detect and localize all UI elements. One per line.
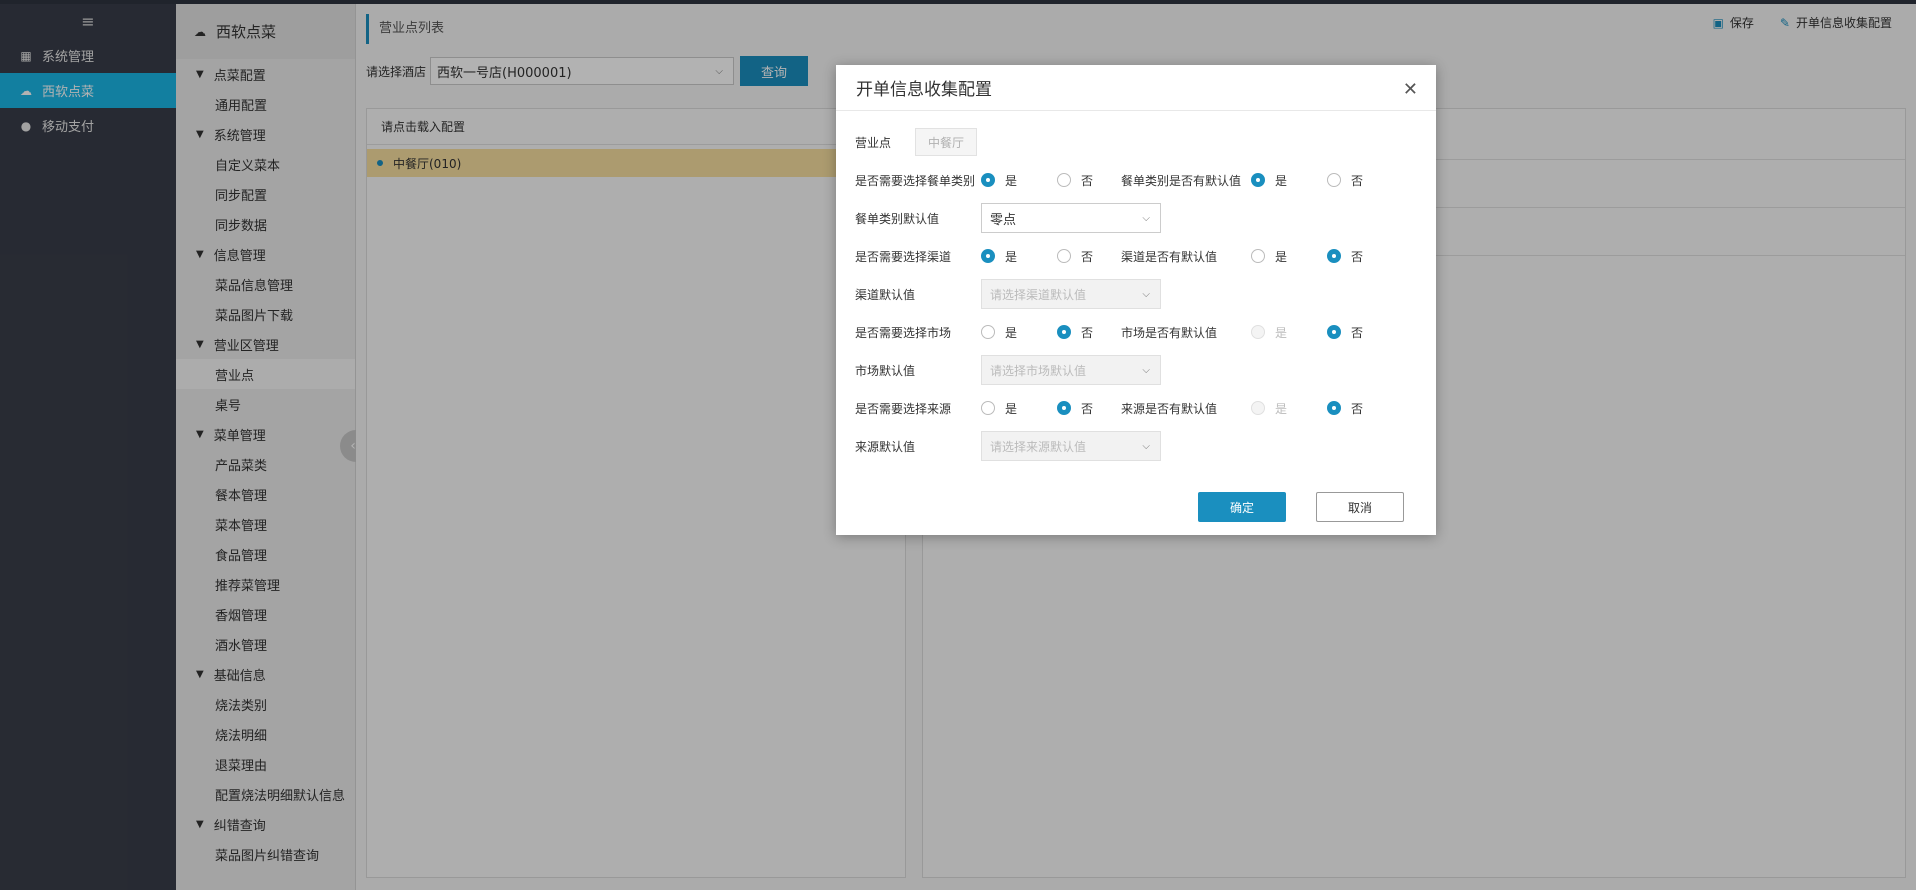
market-default-select[interactable]: 请选择市场默认值 ⌵ (981, 355, 1161, 385)
field-label: 渠道是否有默认值 (1121, 249, 1218, 264)
chevron-down-icon: ⌵ (1142, 440, 1150, 452)
radio-circle (1057, 249, 1071, 263)
channel-default-row: 渠道默认值 请选择渠道默认值 ⌵ (855, 275, 1420, 313)
field-label: 来源默认值 (855, 439, 916, 454)
field-label: 市场是否有默认值 (1121, 325, 1218, 340)
radio-circle (1251, 325, 1265, 339)
channel-need-yes-radio[interactable]: 是 (981, 248, 1057, 265)
chevron-down-icon: ⌵ (1142, 364, 1150, 376)
field-label: 来源是否有默认值 (1121, 401, 1218, 416)
ok-button[interactable]: 确定 (1198, 492, 1286, 522)
field-label: 渠道默认值 (855, 287, 916, 302)
radio-circle (1057, 401, 1071, 415)
market-need-row: 是否需要选择市场 是 否 市场是否有默认值 是 否 (855, 313, 1420, 351)
meal-need-row: 是否需要选择餐单类别 是 否 餐单类别是否有默认值 是 否 (855, 161, 1420, 199)
chevron-down-icon: ⌵ (1142, 288, 1150, 300)
source-default-no-radio[interactable]: 否 (1327, 400, 1381, 417)
field-label: 是否需要选择市场 (855, 325, 952, 340)
radio-circle (981, 249, 995, 263)
close-icon[interactable]: ✕ (1403, 79, 1418, 100)
radio-circle (1327, 401, 1341, 415)
source-default-row: 来源默认值 请选择来源默认值 ⌵ (855, 427, 1420, 465)
meal-default-yes-radio[interactable]: 是 (1251, 172, 1327, 189)
radio-circle (1327, 173, 1341, 187)
market-default-no-radio[interactable]: 否 (1327, 324, 1381, 341)
field-label: 市场默认值 (855, 363, 916, 378)
meal-default-select[interactable]: 零点 ⌵ (981, 203, 1161, 233)
radio-circle (981, 401, 995, 415)
cancel-button[interactable]: 取消 (1316, 492, 1404, 522)
channel-need-row: 是否需要选择渠道 是 否 渠道是否有默认值 是 否 (855, 237, 1420, 275)
source-need-row: 是否需要选择来源 是 否 来源是否有默认值 是 否 (855, 389, 1420, 427)
meal-default-no-radio[interactable]: 否 (1327, 172, 1381, 189)
source-need-no-radio[interactable]: 否 (1057, 400, 1111, 417)
field-label: 餐单类别是否有默认值 (1121, 173, 1242, 188)
radio-circle (981, 173, 995, 187)
meal-need-no-radio[interactable]: 否 (1057, 172, 1111, 189)
radio-circle (1327, 325, 1341, 339)
source-default-select[interactable]: 请选择来源默认值 ⌵ (981, 431, 1161, 461)
meal-need-yes-radio[interactable]: 是 (981, 172, 1057, 189)
channel-default-select[interactable]: 请选择渠道默认值 ⌵ (981, 279, 1161, 309)
meal-default-row: 餐单类别默认值 零点 ⌵ (855, 199, 1420, 237)
field-label: 餐单类别默认值 (855, 211, 940, 226)
chevron-down-icon: ⌵ (1142, 212, 1150, 224)
channel-default-no-radio[interactable]: 否 (1327, 248, 1381, 265)
market-need-yes-radio[interactable]: 是 (981, 324, 1057, 341)
outlet-value: 中餐厅 (915, 128, 978, 156)
radio-circle (1057, 173, 1071, 187)
radio-circle (1251, 249, 1265, 263)
radio-circle (1057, 325, 1071, 339)
market-need-no-radio[interactable]: 否 (1057, 324, 1111, 341)
order-info-config-dialog: 开单信息收集配置 ✕ 营业点 中餐厅 是否需要选择餐单类别 是 否 餐单类别是否… (836, 65, 1436, 535)
channel-need-no-radio[interactable]: 否 (1057, 248, 1111, 265)
radio-circle (1251, 173, 1265, 187)
source-default-yes-radio[interactable]: 是 (1251, 400, 1327, 417)
channel-default-yes-radio[interactable]: 是 (1251, 248, 1327, 265)
radio-circle (1251, 401, 1265, 415)
field-label: 是否需要选择餐单类别 (855, 173, 976, 188)
radio-circle (981, 325, 995, 339)
dialog-footer: 确定 取消 (1198, 492, 1404, 522)
field-label: 是否需要选择来源 (855, 401, 952, 416)
outlet-row: 营业点 中餐厅 (855, 123, 1420, 161)
dialog-title: 开单信息收集配置 (836, 65, 1436, 111)
market-default-yes-radio[interactable]: 是 (1251, 324, 1327, 341)
market-default-row: 市场默认值 请选择市场默认值 ⌵ (855, 351, 1420, 389)
field-label: 是否需要选择渠道 (855, 249, 952, 264)
radio-circle (1327, 249, 1341, 263)
source-need-yes-radio[interactable]: 是 (981, 400, 1057, 417)
